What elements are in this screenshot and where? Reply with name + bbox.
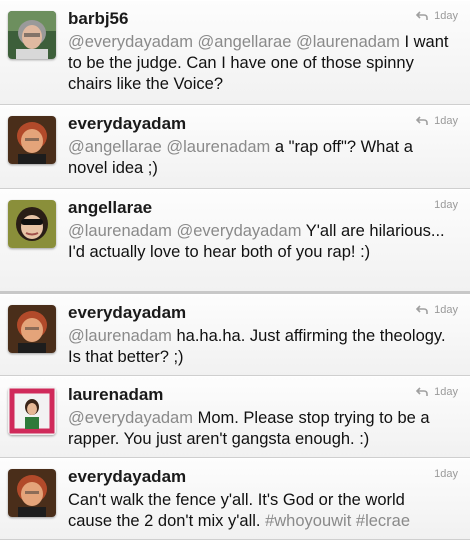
tweet-item[interactable]: barbj56 1day @everydayadam @angellarae @… — [0, 0, 470, 105]
tweet-body: @everydayadam Mom. Please stop trying to… — [68, 408, 452, 450]
tweet-meta: 1day — [416, 10, 458, 22]
tweet-mentions[interactable]: @everydayadam — [68, 409, 193, 427]
tweet-timestamp: 1day — [434, 10, 458, 22]
hashtag-link[interactable]: #whoyouwit — [265, 512, 351, 530]
tweet-timestamp: 1day — [434, 304, 458, 316]
tweet-author-handle[interactable]: angellarae — [68, 198, 152, 218]
tweet-item[interactable]: everydayadam 1day @angellarae @laurenada… — [0, 105, 470, 189]
tweet-author-handle[interactable]: everydayadam — [68, 114, 186, 134]
tweet-author-handle[interactable]: laurenadam — [68, 385, 163, 405]
tweet-item[interactable]: angellarae 1day @laurenadam @everydayada… — [0, 189, 470, 294]
tweet-body: Can't walk the fence y'all. It's God or … — [68, 490, 452, 532]
tweet-timestamp: 1day — [434, 199, 458, 211]
tweet-feed: barbj56 1day @everydayadam @angellarae @… — [0, 0, 470, 540]
tweet-timestamp: 1day — [434, 468, 458, 480]
tweet-timestamp: 1day — [434, 386, 458, 398]
tweet-mentions[interactable]: @laurenadam @everydayadam — [68, 222, 301, 240]
reply-icon[interactable] — [416, 387, 428, 397]
tweet-body: @angellarae @laurenadam a "rap off"? Wha… — [68, 137, 452, 179]
avatar-everydayadam[interactable] — [8, 116, 56, 164]
avatar-everydayadam[interactable] — [8, 305, 56, 353]
tweet-body: @laurenadam @everydayadam Y'all are hila… — [68, 221, 452, 263]
tweet-mentions[interactable]: @angellarae @laurenadam — [68, 138, 270, 156]
avatar-angellarae[interactable] — [8, 200, 56, 248]
tweet-meta: 1day — [416, 115, 458, 127]
reply-icon[interactable] — [416, 305, 428, 315]
tweet-meta: 1day — [434, 199, 458, 211]
tweet-body: @everydayadam @angellarae @laurenadam I … — [68, 32, 452, 95]
tweet-author-handle[interactable]: everydayadam — [68, 467, 186, 487]
reply-icon[interactable] — [416, 11, 428, 21]
tweet-meta: 1day — [416, 304, 458, 316]
avatar-barbj56[interactable] — [8, 11, 56, 59]
tweet-timestamp: 1day — [434, 115, 458, 127]
tweet-author-handle[interactable]: barbj56 — [68, 9, 128, 29]
tweet-author-handle[interactable]: everydayadam — [68, 303, 186, 323]
tweet-item[interactable]: everydayadam 1day Can't walk the fence y… — [0, 458, 470, 540]
tweet-item[interactable]: laurenadam 1day @everydayadam Mom. Pleas… — [0, 376, 470, 458]
tweet-meta: 1day — [416, 386, 458, 398]
hashtag-link[interactable]: #lecrae — [356, 512, 410, 530]
tweet-mentions[interactable]: @everydayadam @angellarae @laurenadam — [68, 33, 400, 51]
avatar-laurenadam[interactable] — [8, 387, 56, 435]
tweet-body: @laurenadam ha.ha.ha. Just affirming the… — [68, 326, 452, 368]
avatar-everydayadam[interactable] — [8, 469, 56, 517]
tweet-item[interactable]: everydayadam 1day @laurenadam ha.ha.ha. … — [0, 294, 470, 376]
reply-icon[interactable] — [416, 116, 428, 126]
tweet-meta: 1day — [434, 468, 458, 480]
tweet-mentions[interactable]: @laurenadam — [68, 327, 172, 345]
